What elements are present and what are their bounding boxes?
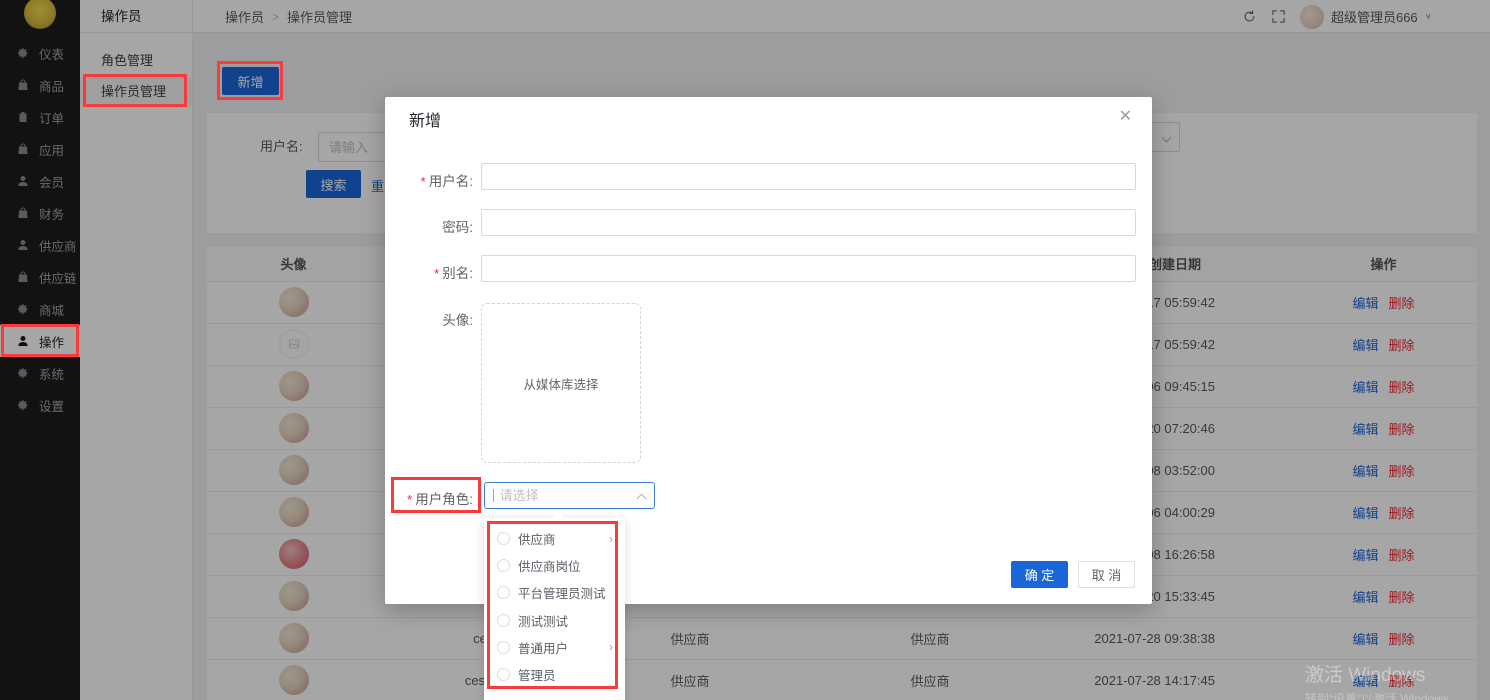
radio-icon	[497, 559, 510, 572]
role-option-label: 平台管理员测试	[518, 583, 625, 602]
radio-icon	[497, 614, 510, 627]
radio-icon	[497, 586, 510, 599]
media-library-picker[interactable]: 从媒体库选择	[481, 303, 641, 463]
radio-icon	[497, 641, 510, 654]
cancel-button[interactable]: 取 消	[1078, 561, 1135, 588]
confirm-button[interactable]: 确 定	[1011, 561, 1068, 588]
text-cursor	[493, 489, 494, 502]
role-option-管理员[interactable]: 管理员	[484, 661, 625, 688]
password-label: 密码:	[385, 216, 473, 236]
role-option-list: 供应商供应商岗位平台管理员测试测试测试普通用户管理员	[484, 525, 625, 688]
role-option-label: 供应商岗位	[518, 556, 625, 575]
alias-input[interactable]	[481, 255, 1136, 282]
role-dropdown: 供应商供应商岗位平台管理员测试测试测试普通用户管理员	[484, 518, 625, 700]
role-option-普通用户[interactable]: 普通用户	[484, 634, 625, 661]
role-option-label: 普通用户	[518, 638, 609, 657]
modal-title: 新增	[409, 107, 441, 131]
role-label: *用户角色:	[385, 488, 473, 508]
alias-label: *别名:	[385, 262, 473, 282]
username-input[interactable]	[481, 163, 1136, 190]
chevron-up-icon	[637, 494, 647, 504]
username-label: *用户名:	[385, 170, 473, 190]
role-option-label: 测试测试	[518, 611, 625, 630]
chevron-right-icon	[609, 532, 613, 546]
role-select-placeholder: 请选择	[500, 488, 539, 503]
role-option-平台管理员测试[interactable]: 平台管理员测试	[484, 579, 625, 606]
role-option-供应商[interactable]: 供应商	[484, 525, 625, 552]
role-option-label: 管理员	[518, 665, 625, 684]
required-marker: *	[434, 266, 439, 281]
radio-icon	[497, 668, 510, 681]
chevron-right-icon	[609, 640, 613, 654]
required-marker: *	[407, 492, 412, 507]
role-option-label: 供应商	[518, 529, 609, 548]
role-select[interactable]: 请选择	[484, 482, 655, 509]
app-root: 仪表商品订单应用会员财务供应商供应链商城操作系统设置 操作员 角色管理操作员管理…	[0, 0, 1490, 700]
role-option-测试测试[interactable]: 测试测试	[484, 607, 625, 634]
radio-icon	[497, 532, 510, 545]
password-input[interactable]	[481, 209, 1136, 236]
role-option-供应商岗位[interactable]: 供应商岗位	[484, 552, 625, 579]
required-marker: *	[421, 174, 426, 189]
close-icon[interactable]: ✕	[1119, 109, 1132, 125]
avatar-label: 头像:	[385, 309, 473, 329]
